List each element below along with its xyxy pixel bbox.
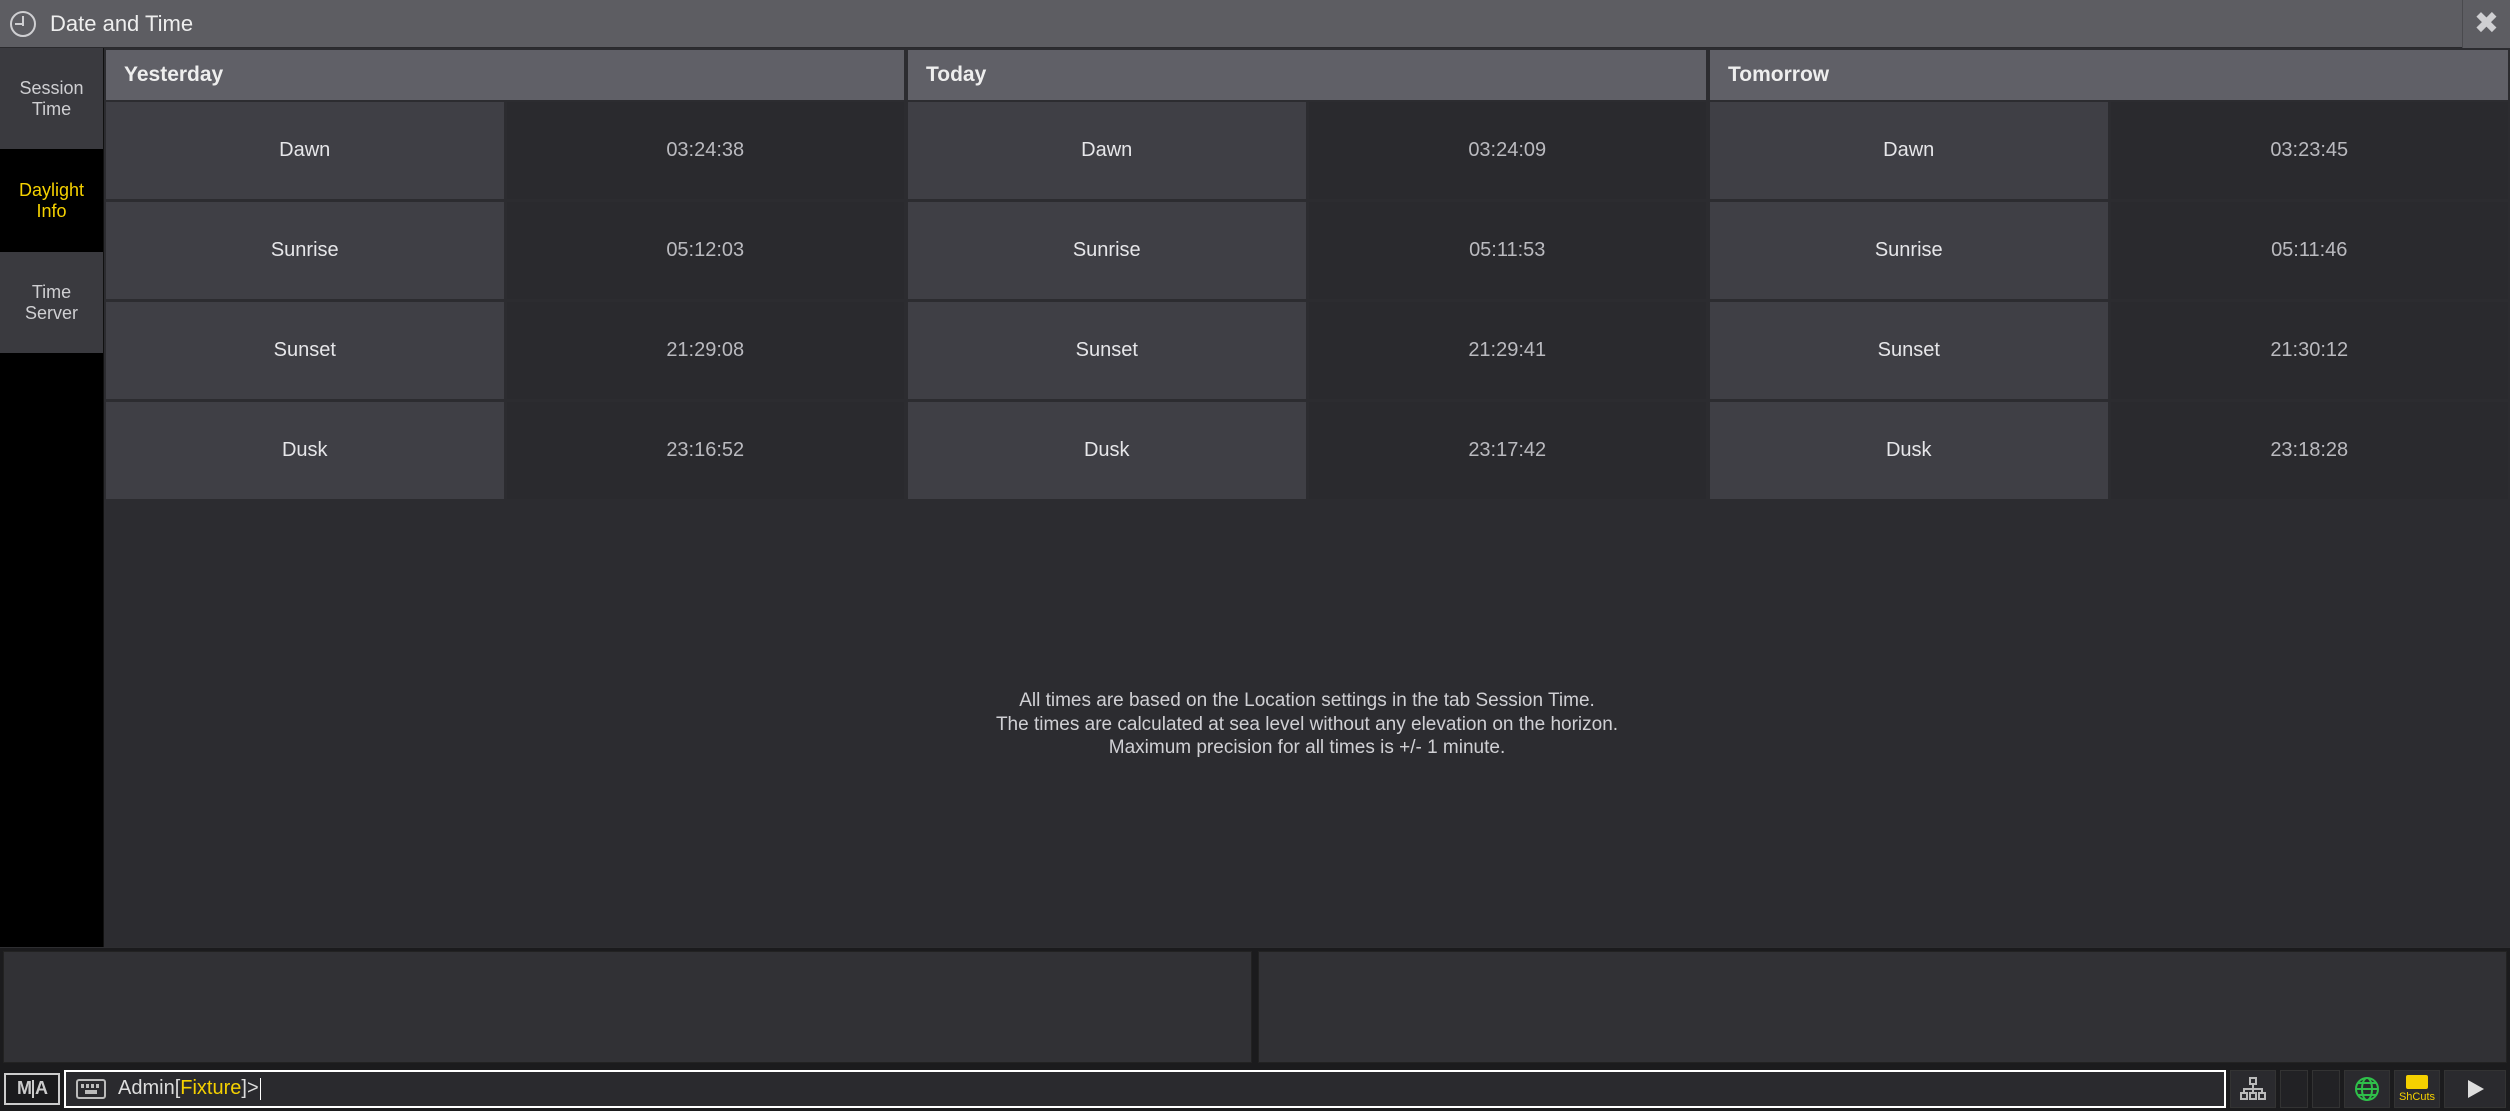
date-and-time-window: Date and Time ✖ Session Time Daylight In… (0, 0, 2510, 1111)
label-sunset-today: Sunset (908, 302, 1306, 399)
tab-label: Time Server (25, 282, 78, 323)
label-sunset-yesterday: Sunset (106, 302, 504, 399)
info-line-2: The times are calculated at sea level wi… (996, 713, 1618, 737)
play-button[interactable] (2444, 1070, 2506, 1108)
value-sunrise-today: 05:11:53 (1309, 202, 1707, 299)
caret (260, 1078, 261, 1100)
shortcuts-label: ShCuts (2399, 1091, 2435, 1103)
row-dawn: Dawn 03:24:38 Dawn 03:24:09 Dawn 03:23:4… (106, 102, 2508, 199)
close-icon: ✖ (2474, 9, 2499, 39)
label-sunrise-tomorrow: Sunrise (1710, 202, 2108, 299)
day-header-today: Today (908, 50, 1706, 100)
lower-panels (0, 947, 2510, 1066)
window-title: Date and Time (50, 11, 193, 37)
ma-logo-button[interactable]: MA (4, 1073, 60, 1105)
value-sunrise-yesterday: 05:12:03 (507, 202, 905, 299)
command-text: Admin[Fixture]> (118, 1077, 261, 1100)
tab-time-server[interactable]: Time Server (0, 252, 103, 354)
value-sunrise-tomorrow: 05:11:46 (2111, 202, 2509, 299)
label-dusk-yesterday: Dusk (106, 402, 504, 499)
value-dusk-today: 23:17:42 (1309, 402, 1707, 499)
network-icon-button[interactable] (2230, 1070, 2276, 1108)
tab-daylight-info[interactable]: Daylight Info (0, 150, 103, 252)
label-dusk-today: Dusk (908, 402, 1306, 499)
tab-label: Session Time (19, 78, 83, 119)
command-right-icons: ShCuts (2230, 1066, 2506, 1111)
info-line-1: All times are based on the Location sett… (996, 689, 1618, 713)
command-bar: MA Admin[Fixture]> (0, 1066, 2510, 1111)
label-dawn-tomorrow: Dawn (1710, 102, 2108, 199)
row-sunrise: Sunrise 05:12:03 Sunrise 05:11:53 Sunris… (106, 202, 2508, 299)
value-sunset-tomorrow: 21:30:12 (2111, 302, 2509, 399)
row-sunset: Sunset 21:29:08 Sunset 21:29:41 Sunset 2… (106, 302, 2508, 399)
cmd-prefix: Admin (118, 1077, 175, 1100)
globe-icon-button[interactable] (2344, 1070, 2390, 1108)
clock-icon (10, 11, 36, 37)
value-dusk-yesterday: 23:16:52 (507, 402, 905, 499)
info-line-3: Maximum precision for all times is +/- 1… (996, 736, 1618, 760)
info-text: All times are based on the Location sett… (104, 502, 2510, 947)
value-dusk-tomorrow: 23:18:28 (2111, 402, 2509, 499)
label-dusk-tomorrow: Dusk (1710, 402, 2108, 499)
day-header-tomorrow: Tomorrow (1710, 50, 2508, 100)
empty-slot-1[interactable] (2280, 1070, 2308, 1108)
tab-label: Daylight Info (19, 180, 84, 221)
value-dawn-yesterday: 03:24:38 (507, 102, 905, 199)
lower-pane-right[interactable] (1258, 951, 2507, 1063)
cmd-context: Fixture (180, 1077, 241, 1100)
keyboard-icon (76, 1079, 106, 1099)
daylight-info-main: Yesterday Today Tomorrow Dawn 03:24:38 D… (104, 48, 2510, 947)
shortcuts-button[interactable]: ShCuts (2394, 1070, 2440, 1108)
value-dawn-tomorrow: 03:23:45 (2111, 102, 2509, 199)
time-rows: Dawn 03:24:38 Dawn 03:24:09 Dawn 03:23:4… (106, 102, 2508, 502)
keyboard-mini-icon (2406, 1075, 2428, 1089)
label-sunrise-today: Sunrise (908, 202, 1306, 299)
day-header-yesterday: Yesterday (106, 50, 904, 100)
value-sunset-yesterday: 21:29:08 (507, 302, 905, 399)
titlebar: Date and Time ✖ (0, 0, 2510, 48)
label-dawn-yesterday: Dawn (106, 102, 504, 199)
row-dusk: Dusk 23:16:52 Dusk 23:17:42 Dusk 23:18:2… (106, 402, 2508, 499)
empty-slot-2[interactable] (2312, 1070, 2340, 1108)
value-dawn-today: 03:24:09 (1309, 102, 1707, 199)
close-button[interactable]: ✖ (2462, 0, 2510, 48)
label-sunrise-yesterday: Sunrise (106, 202, 504, 299)
command-input[interactable]: Admin[Fixture]> (64, 1070, 2226, 1108)
day-headers: Yesterday Today Tomorrow (106, 50, 2508, 100)
label-dawn-today: Dawn (908, 102, 1306, 199)
value-sunset-today: 21:29:41 (1309, 302, 1707, 399)
tab-session-time[interactable]: Session Time (0, 48, 103, 150)
sidebar: Session Time Daylight Info Time Server (0, 48, 104, 947)
lower-pane-left[interactable] (3, 951, 1252, 1063)
label-sunset-tomorrow: Sunset (1710, 302, 2108, 399)
